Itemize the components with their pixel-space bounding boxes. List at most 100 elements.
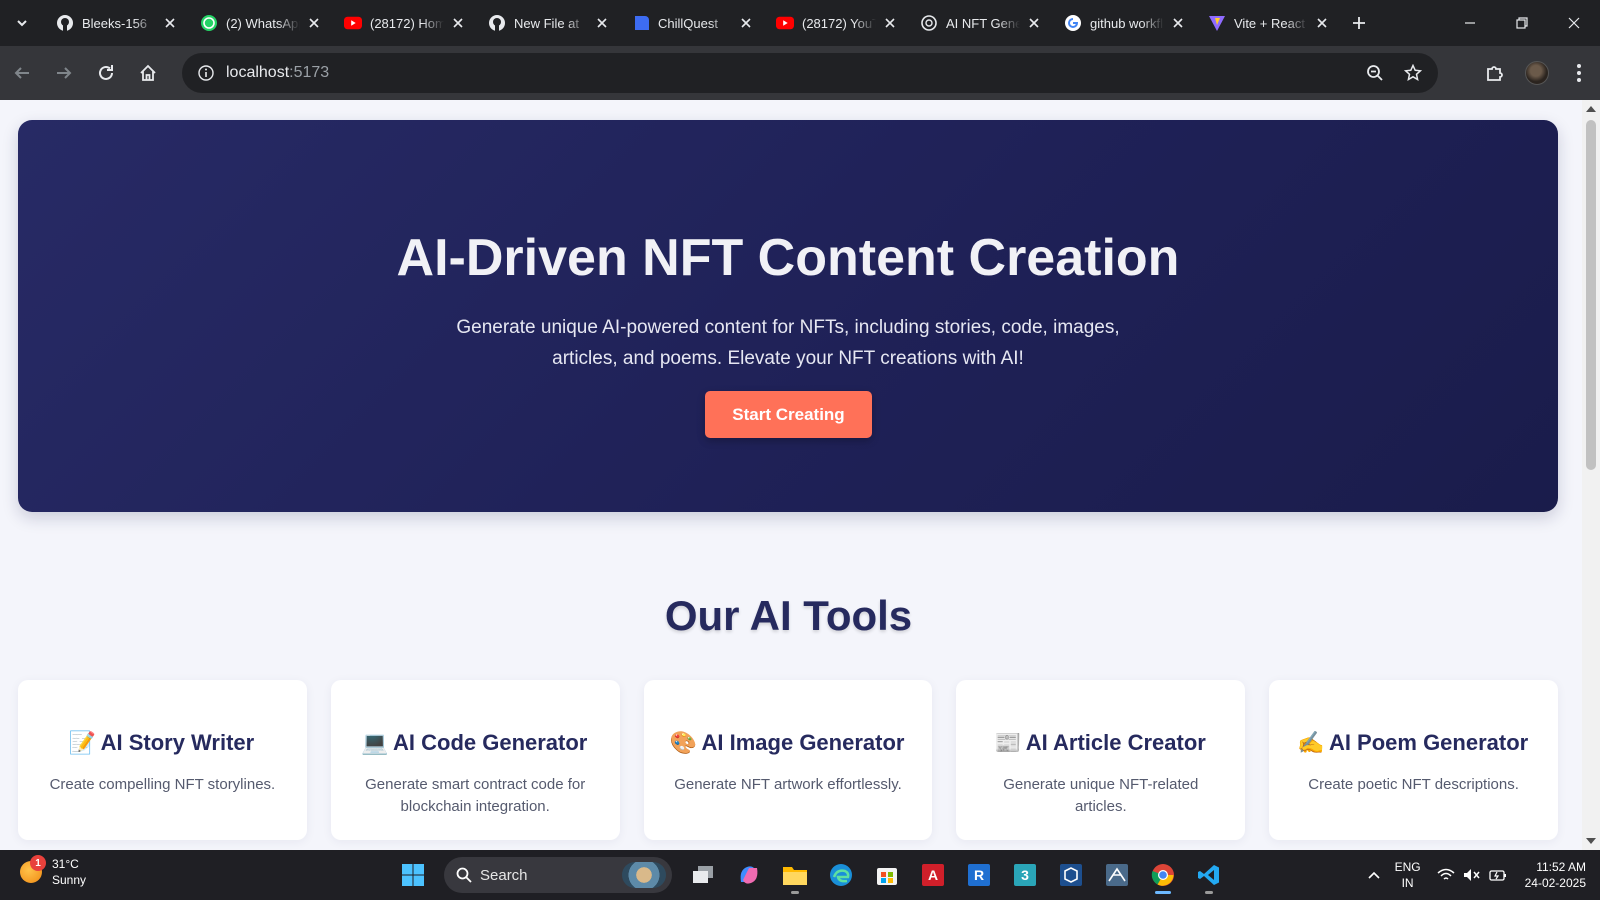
back-icon[interactable] bbox=[2, 55, 42, 91]
tool-card-desc: Create compelling NFT storylines. bbox=[49, 776, 276, 793]
chillquest-icon bbox=[632, 14, 650, 32]
clock[interactable]: 11:52 AM 24-02-2025 bbox=[1525, 859, 1586, 891]
tab-title: github workflow bbox=[1090, 15, 1164, 31]
hero-banner: AI-Driven NFT Content Creation Generate … bbox=[18, 120, 1558, 512]
3dsmax-icon[interactable]: 3 bbox=[1005, 855, 1045, 895]
hero-title: AI-Driven NFT Content Creation bbox=[396, 229, 1180, 287]
reload-icon[interactable] bbox=[86, 55, 126, 91]
browser-toolbar: localhost:5173 bbox=[0, 46, 1600, 100]
palette-icon: 🎨 bbox=[669, 730, 698, 755]
task-view-icon[interactable] bbox=[683, 855, 723, 895]
home-icon[interactable] bbox=[128, 55, 168, 91]
revit-icon[interactable]: R bbox=[959, 855, 999, 895]
tool-card-story-writer[interactable]: 📝 AI Story Writer Create compelling NFT s… bbox=[18, 680, 307, 840]
wifi-icon[interactable] bbox=[1433, 868, 1459, 882]
ms-store-icon[interactable] bbox=[867, 855, 907, 895]
windows-taskbar: 1 31°C Sunny Search A R 3 ENG IN 11:52 A… bbox=[0, 850, 1600, 900]
close-window-icon[interactable] bbox=[1548, 0, 1600, 46]
chrome-icon[interactable] bbox=[1143, 855, 1183, 895]
scroll-down-icon[interactable] bbox=[1586, 838, 1596, 844]
running-indicator bbox=[1155, 891, 1171, 894]
close-icon[interactable] bbox=[1026, 15, 1042, 31]
url-text[interactable]: localhost:5173 bbox=[226, 64, 329, 82]
tools-card-list: 📝 AI Story Writer Create compelling NFT s… bbox=[18, 680, 1558, 840]
search-icon bbox=[456, 867, 472, 883]
tool-card-title: AI Image Generator bbox=[701, 730, 905, 755]
tool-card-title: AI Code Generator bbox=[393, 730, 588, 755]
edge-icon[interactable] bbox=[821, 855, 861, 895]
browser-tab[interactable]: (28172) Home bbox=[332, 0, 476, 46]
forward-icon[interactable] bbox=[44, 55, 84, 91]
profile-avatar[interactable] bbox=[1516, 61, 1558, 85]
tool-card-title: AI Story Writer bbox=[100, 730, 255, 755]
start-button[interactable] bbox=[393, 855, 433, 895]
browser-tab[interactable]: New File at bbox=[476, 0, 620, 46]
browser-tab[interactable]: (2) WhatsApp bbox=[188, 0, 332, 46]
zoom-icon[interactable] bbox=[1356, 64, 1394, 82]
close-icon[interactable] bbox=[306, 15, 322, 31]
tab-title: Bleeks-156 bbox=[82, 15, 148, 31]
tool-card-desc: Create poetic NFT descriptions. bbox=[1308, 776, 1519, 793]
region-code: IN bbox=[1401, 876, 1414, 890]
google-icon bbox=[1064, 14, 1082, 32]
tools-section-title: Our AI Tools bbox=[664, 592, 913, 639]
page-scrollbar[interactable] bbox=[1582, 100, 1600, 850]
close-icon[interactable] bbox=[1170, 15, 1186, 31]
tool-card-title: AI Poem Generator bbox=[1328, 730, 1529, 755]
start-creating-button[interactable]: Start Creating bbox=[705, 391, 872, 438]
volume-muted-icon[interactable] bbox=[1459, 868, 1485, 882]
laptop-icon: 💻 bbox=[361, 730, 389, 755]
close-icon[interactable] bbox=[882, 15, 898, 31]
menu-kebab-icon[interactable] bbox=[1558, 64, 1600, 82]
browser-tab-active[interactable]: AI NFT Generator bbox=[908, 0, 1052, 46]
close-icon[interactable] bbox=[738, 15, 754, 31]
copilot-icon[interactable] bbox=[729, 855, 769, 895]
bookmark-star-icon[interactable] bbox=[1394, 64, 1432, 82]
tool-card-image-generator[interactable]: 🎨 AI Image Generator Generate NFT artwork… bbox=[643, 680, 933, 840]
tool-card-code-generator[interactable]: 💻 AI Code Generator Generate smart contra… bbox=[330, 680, 620, 840]
tab-title: New File at bbox=[514, 15, 580, 31]
address-bar[interactable]: localhost:5173 bbox=[182, 53, 1438, 93]
tab-title: AI NFT Generator bbox=[946, 15, 1020, 31]
tool-card-article-creator[interactable]: 📰 AI Article Creator Generate unique NFT-… bbox=[956, 680, 1246, 840]
new-tab-icon[interactable] bbox=[1342, 6, 1376, 40]
whatsapp-icon bbox=[200, 14, 218, 32]
close-icon[interactable] bbox=[594, 15, 610, 31]
avatar bbox=[1525, 61, 1549, 85]
tool-card-poem-generator[interactable]: ✍️ AI Poem Generator Create poetic NFT de… bbox=[1269, 680, 1558, 840]
language-indicator[interactable]: ENG IN bbox=[1395, 859, 1421, 891]
browser-tab[interactable]: ChillQuest bbox=[620, 0, 764, 46]
system-tray: ENG IN 11:52 AM 24-02-2025 bbox=[1361, 850, 1586, 900]
page-viewport: AI-Driven NFT Content Creation Generate … bbox=[0, 100, 1582, 850]
vscode-icon[interactable] bbox=[1189, 855, 1229, 895]
browser-tab[interactable]: github workflow bbox=[1052, 0, 1196, 46]
weather-widget[interactable]: 1 31°C Sunny bbox=[20, 855, 86, 888]
battery-icon[interactable] bbox=[1485, 868, 1511, 882]
close-icon[interactable] bbox=[162, 15, 178, 31]
sketchup-icon[interactable] bbox=[1051, 855, 1091, 895]
restore-icon[interactable] bbox=[1496, 0, 1548, 46]
site-info-icon[interactable] bbox=[186, 65, 226, 81]
tab-title: (28172) Home bbox=[370, 15, 444, 31]
close-icon[interactable] bbox=[1314, 15, 1330, 31]
tab-title: (2) WhatsApp bbox=[226, 15, 300, 31]
close-icon[interactable] bbox=[450, 15, 466, 31]
browser-tab[interactable]: Bleeks-156 bbox=[44, 0, 188, 46]
chevron-up-icon[interactable] bbox=[1361, 871, 1387, 879]
minimize-icon[interactable] bbox=[1444, 0, 1496, 46]
staad-icon[interactable] bbox=[1097, 855, 1137, 895]
autocad-icon[interactable]: A bbox=[913, 855, 953, 895]
tool-card-desc: Generate NFT artwork effortlessly. bbox=[674, 776, 902, 793]
tab-search-icon[interactable] bbox=[0, 0, 44, 46]
tool-card-title: AI Article Creator bbox=[1025, 730, 1206, 755]
extensions-icon[interactable] bbox=[1474, 63, 1516, 83]
browser-tab[interactable]: Vite + React bbox=[1196, 0, 1340, 46]
scroll-up-icon[interactable] bbox=[1586, 106, 1596, 112]
ai-icon bbox=[920, 14, 938, 32]
file-explorer-icon[interactable] bbox=[775, 855, 815, 895]
browser-tab[interactable]: (28172) YouTube bbox=[764, 0, 908, 46]
taskbar-search[interactable]: Search bbox=[444, 857, 672, 893]
window-controls bbox=[1444, 0, 1600, 46]
tab-title: Vite + React bbox=[1234, 15, 1305, 31]
scrollbar-thumb[interactable] bbox=[1586, 120, 1596, 470]
